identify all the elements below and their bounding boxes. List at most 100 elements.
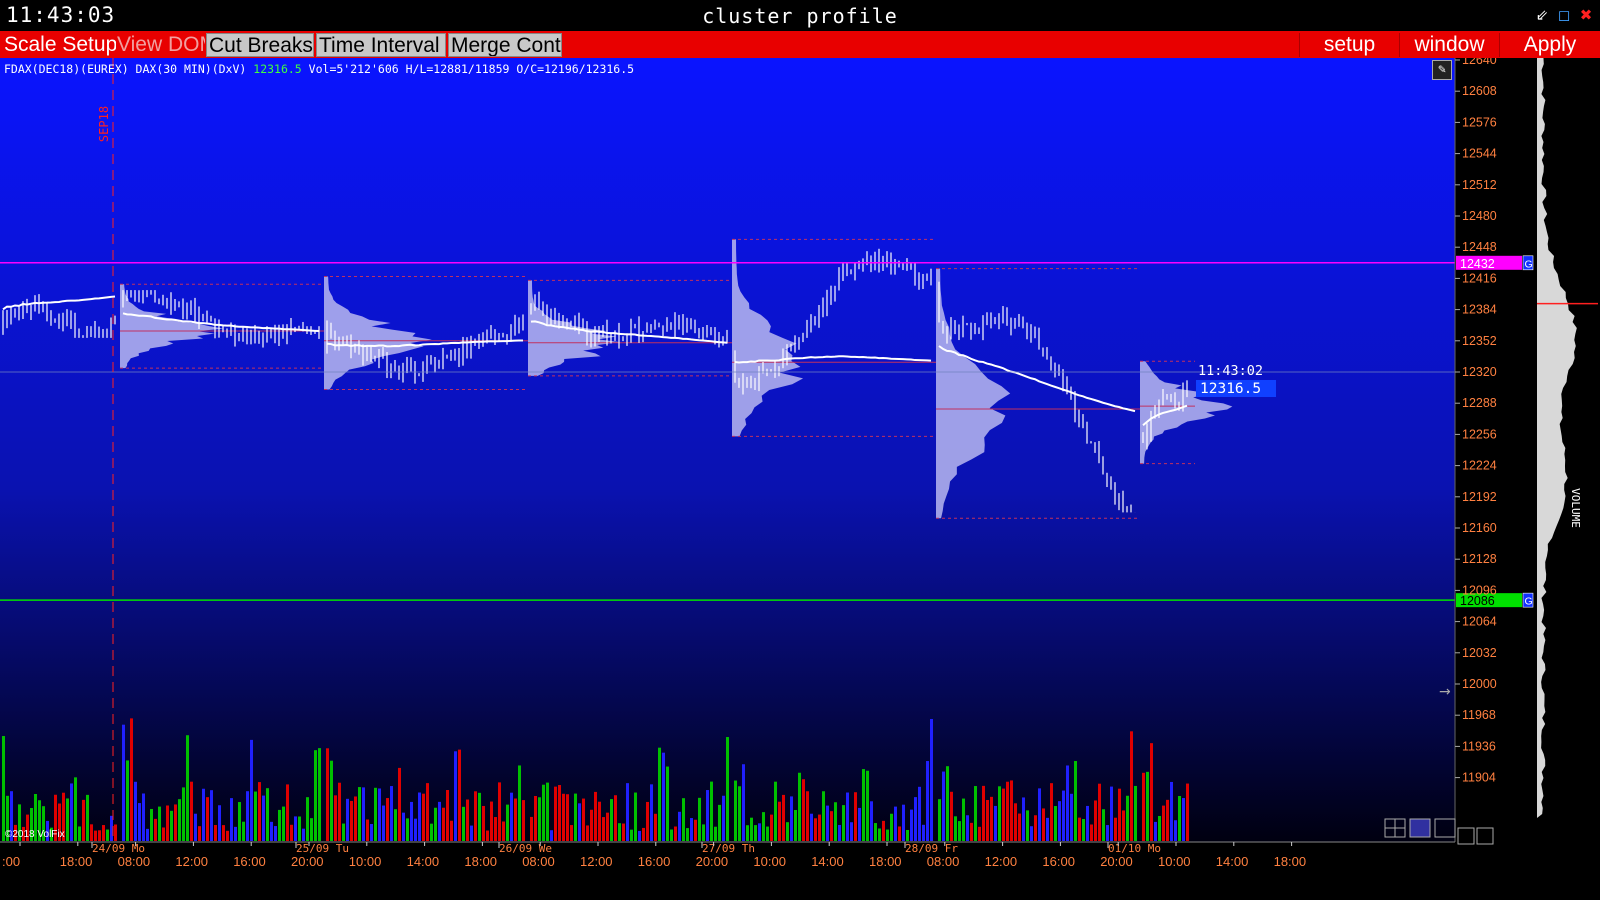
plot-background bbox=[0, 58, 1455, 842]
time-label: 18:00 bbox=[60, 854, 93, 869]
time-label: 10:00 bbox=[1158, 854, 1191, 869]
volume-bar bbox=[326, 748, 329, 841]
volume-bar bbox=[426, 783, 429, 841]
instrument-info: FDAX(DEC18)(EUREX) DAX(30 MIN)(DxV) 1231… bbox=[4, 62, 634, 76]
setup-button[interactable]: setup bbox=[1299, 33, 1399, 57]
volume-bar bbox=[850, 822, 853, 841]
volume-bar bbox=[970, 822, 973, 841]
volume-bar bbox=[646, 801, 649, 841]
volume-bar bbox=[942, 771, 945, 841]
volume-bar bbox=[890, 813, 893, 841]
price-tick-label: 12128 bbox=[1462, 552, 1497, 566]
volume-bar bbox=[518, 765, 521, 841]
volume-bar bbox=[70, 783, 73, 841]
window-button[interactable]: window bbox=[1399, 33, 1499, 57]
volume-bar bbox=[582, 798, 585, 841]
volume-bar bbox=[98, 830, 101, 841]
volume-bar bbox=[270, 821, 273, 841]
volume-bar bbox=[666, 766, 669, 841]
volume-bar bbox=[1082, 819, 1085, 841]
volume-bar bbox=[466, 799, 469, 841]
volume-bar bbox=[714, 826, 717, 841]
volume-bar bbox=[186, 735, 189, 841]
volume-bar bbox=[174, 804, 177, 841]
volume-bar bbox=[906, 829, 909, 841]
volume-bar bbox=[1178, 795, 1181, 841]
price-tick-label: 12480 bbox=[1462, 209, 1497, 223]
volume-bar bbox=[330, 760, 333, 841]
volume-bar bbox=[1054, 806, 1057, 841]
close-icon[interactable]: ✖ bbox=[1578, 7, 1594, 23]
volume-bar bbox=[198, 826, 201, 841]
volume-bar bbox=[870, 801, 873, 841]
volume-bar bbox=[586, 825, 589, 841]
apply-button[interactable]: Apply bbox=[1499, 33, 1600, 57]
window-title: cluster profile bbox=[702, 4, 898, 28]
volume-bar bbox=[810, 813, 813, 841]
volume-bar bbox=[262, 795, 265, 841]
volume-bar bbox=[678, 811, 681, 841]
volume-bar bbox=[78, 826, 81, 841]
view-dom-button[interactable]: View DOM bbox=[117, 33, 205, 57]
volume-bar bbox=[826, 805, 829, 841]
volume-bar bbox=[958, 821, 961, 841]
price-tick-label: 12512 bbox=[1462, 178, 1497, 192]
volume-bar bbox=[398, 767, 401, 841]
price-tick-label: 11904 bbox=[1462, 771, 1496, 785]
time-interval-button[interactable]: Time Interval bbox=[316, 33, 446, 57]
price-tick-label: 12608 bbox=[1462, 84, 1497, 98]
volume-bar bbox=[418, 792, 421, 841]
volume-bar bbox=[294, 816, 297, 841]
time-label: :00 bbox=[2, 854, 20, 869]
volume-bar bbox=[910, 809, 913, 841]
volume-bar bbox=[1034, 815, 1037, 841]
time-label: 14:00 bbox=[407, 854, 440, 869]
time-label: 14:00 bbox=[1216, 854, 1249, 869]
volume-bar bbox=[1098, 783, 1101, 841]
volume-bar bbox=[510, 792, 513, 841]
volume-bar bbox=[358, 787, 361, 841]
volume-bar bbox=[926, 761, 929, 841]
volume-bar bbox=[1166, 799, 1169, 841]
volume-bar bbox=[638, 830, 641, 841]
volume-bar bbox=[1134, 785, 1137, 841]
volume-bar bbox=[1126, 795, 1129, 841]
merge-contr-button[interactable]: Merge Contr bbox=[448, 33, 562, 57]
volume-bar bbox=[382, 805, 385, 841]
volume-bar bbox=[494, 817, 497, 841]
volume-bar bbox=[682, 798, 685, 841]
volume-bar bbox=[210, 790, 213, 841]
volume-bar bbox=[770, 814, 773, 841]
volume-bar bbox=[1074, 761, 1077, 841]
time-label: 16:00 bbox=[233, 854, 266, 869]
volume-bar bbox=[106, 829, 109, 841]
cut-breaks-button[interactable]: Cut Breaks bbox=[206, 33, 314, 57]
volume-bar bbox=[1106, 825, 1109, 841]
pencil-icon[interactable]: ✎ bbox=[1432, 60, 1452, 80]
volume-bar bbox=[1070, 793, 1073, 841]
volume-bar bbox=[1118, 788, 1121, 841]
volume-bar bbox=[286, 784, 289, 841]
volume-bar bbox=[274, 826, 277, 841]
volume-bar bbox=[114, 824, 117, 841]
volume-bar bbox=[706, 790, 709, 841]
volume-bar bbox=[486, 830, 489, 841]
price-chart[interactable]: VOLUME 12432 G12086 G 12640126081257612544… bbox=[0, 58, 1600, 900]
volume-bar bbox=[854, 792, 857, 841]
volume-bar bbox=[1110, 786, 1113, 841]
time-label: 12:00 bbox=[175, 854, 208, 869]
volume-bar bbox=[834, 802, 837, 841]
scale-setup-button[interactable]: Scale Setup bbox=[4, 33, 116, 57]
volume-bar bbox=[126, 760, 129, 841]
price-tick-label: 12192 bbox=[1462, 490, 1497, 504]
time-label: 20:00 bbox=[696, 854, 729, 869]
volume-bar bbox=[1094, 800, 1097, 841]
price-tick-label: 12256 bbox=[1462, 427, 1497, 441]
restore-icon[interactable]: ◻ bbox=[1556, 7, 1572, 23]
minimize-icon[interactable]: ⇙ bbox=[1534, 7, 1550, 23]
price-tick-label: 12352 bbox=[1462, 334, 1497, 348]
volume-bar bbox=[1146, 771, 1149, 841]
volume-bar bbox=[370, 824, 373, 841]
volume-bar bbox=[558, 785, 561, 841]
volume-bar bbox=[374, 787, 377, 841]
